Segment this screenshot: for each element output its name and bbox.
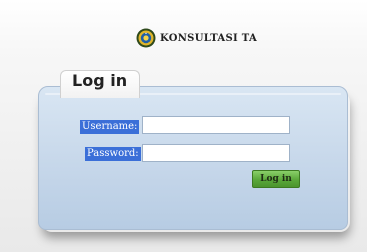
username-label: Username: (80, 120, 140, 134)
login-tab-title: Log in (72, 71, 128, 90)
university-seal-icon (136, 28, 156, 48)
password-input[interactable] (142, 144, 290, 162)
login-button[interactable]: Log in (252, 170, 300, 188)
username-input[interactable] (142, 116, 290, 134)
password-label: Password: (85, 147, 141, 161)
site-logo: KONSULTASI TA (136, 26, 257, 50)
brand-name: KONSULTASI TA (160, 32, 258, 44)
